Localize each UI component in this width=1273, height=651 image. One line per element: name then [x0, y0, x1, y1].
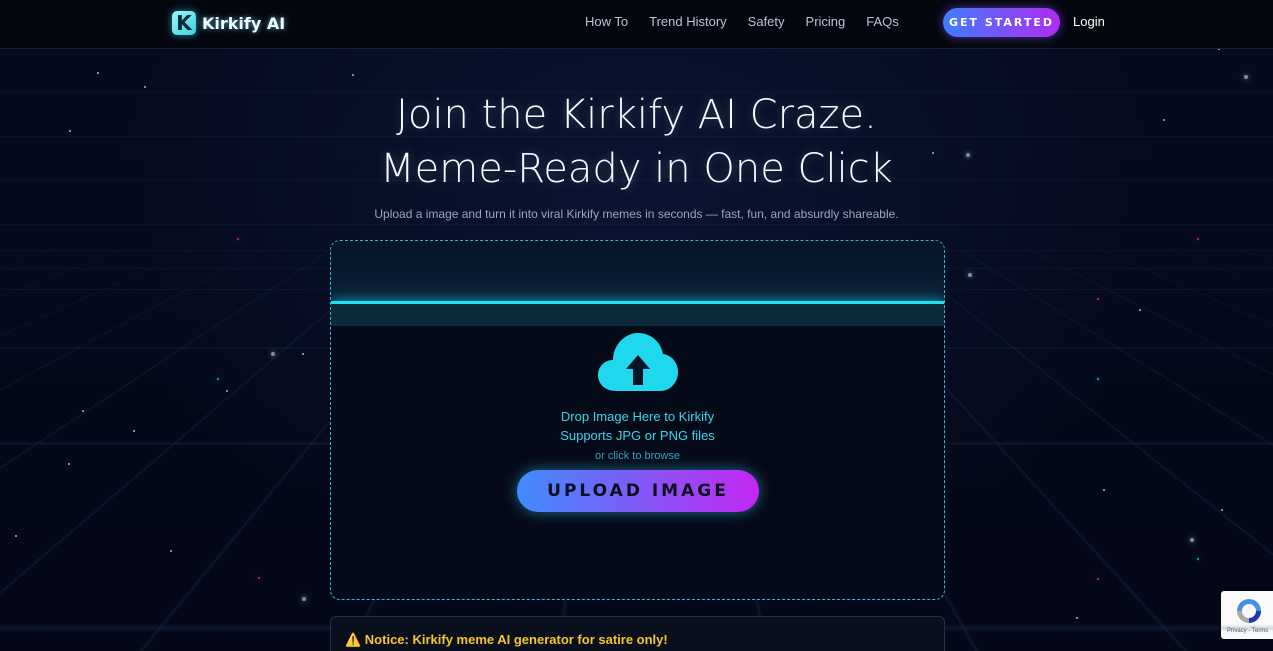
star: [217, 378, 219, 380]
nav-link-how-to[interactable]: How To: [585, 14, 628, 29]
upload-image-button[interactable]: UPLOAD IMAGE: [517, 470, 759, 512]
recaptcha-footer[interactable]: Privacy - Terms: [1227, 628, 1268, 634]
star: [82, 410, 84, 412]
page: K Kirkify AI How To Trend History Safety…: [0, 0, 1273, 651]
star: [1244, 75, 1248, 79]
browse-hint[interactable]: or click to browse: [331, 450, 944, 462]
login-link[interactable]: Login: [1073, 14, 1105, 29]
star: [226, 390, 228, 392]
star: [1197, 558, 1199, 560]
brand-logo-link[interactable]: K Kirkify AI: [172, 10, 285, 36]
scan-band: [331, 304, 944, 326]
star: [170, 550, 172, 552]
nav-link-trend-history[interactable]: Trend History: [649, 14, 727, 29]
hero-subtitle: Upload a image and turn it into viral Ki…: [374, 207, 899, 221]
recaptcha-badge[interactable]: Privacy - Terms: [1221, 591, 1273, 639]
nav-link-faqs[interactable]: FAQs: [866, 14, 899, 29]
star: [1197, 238, 1199, 240]
k-logo-icon: K: [172, 11, 196, 35]
star: [271, 352, 275, 356]
image-dropzone[interactable]: Drop Image Here to Kirkify Supports JPG …: [330, 240, 945, 600]
notice-text: ⚠️ Notice: Kirkify meme AI generator for…: [345, 632, 668, 647]
star: [968, 273, 972, 277]
star: [15, 535, 17, 537]
star: [352, 74, 354, 76]
star: [68, 463, 70, 465]
hero-title-line2: Meme-Ready in One Click: [380, 146, 893, 192]
recaptcha-icon: [1237, 599, 1261, 623]
drop-instructions: Drop Image Here to Kirkify Supports JPG …: [331, 407, 944, 445]
hero-title-line1: Join the Kirkify AI Craze.: [396, 92, 877, 138]
star: [133, 430, 135, 432]
drop-line-1: Drop Image Here to Kirkify: [560, 409, 715, 424]
top-navbar: K Kirkify AI How To Trend History Safety…: [0, 0, 1273, 49]
star: [1097, 298, 1099, 300]
star: [97, 72, 99, 74]
star: [1076, 617, 1078, 619]
hero-title: Join the Kirkify AI Craze. Meme-Ready in…: [0, 88, 1273, 196]
star: [258, 577, 260, 579]
star: [302, 353, 304, 355]
star: [1221, 509, 1223, 511]
star: [237, 238, 239, 240]
scan-area: [331, 241, 944, 303]
get-started-button[interactable]: GET STARTED: [943, 8, 1060, 37]
brand-name: Kirkify AI: [202, 13, 286, 33]
cloud-upload-icon: [598, 333, 678, 391]
nav-links: How To Trend History Safety Pricing FAQs: [585, 14, 920, 29]
star: [1097, 378, 1099, 380]
star: [1097, 578, 1099, 580]
satire-notice: ⚠️ Notice: Kirkify meme AI generator for…: [330, 616, 945, 651]
nav-link-pricing[interactable]: Pricing: [806, 14, 846, 29]
drop-line-2: Supports JPG or PNG files: [560, 428, 715, 443]
star: [302, 597, 306, 601]
star: [1103, 489, 1105, 491]
nav-link-safety[interactable]: Safety: [748, 14, 785, 29]
star: [1190, 538, 1194, 542]
star: [1139, 309, 1141, 311]
